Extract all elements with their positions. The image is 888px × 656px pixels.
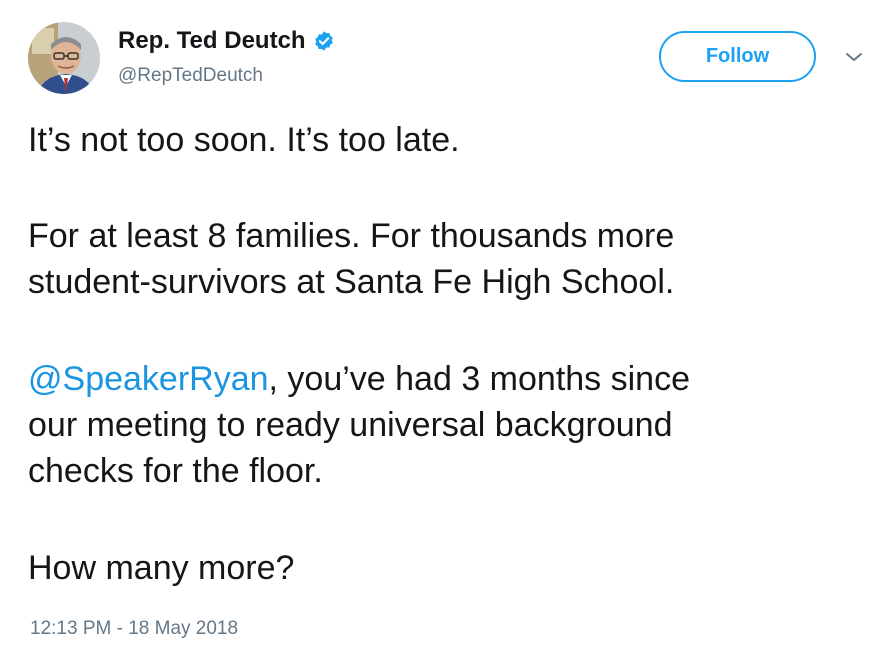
tweet-text-line: checks for the floor. xyxy=(28,452,323,490)
verified-badge-icon xyxy=(313,30,335,52)
profile-photo xyxy=(28,22,100,94)
mention-link[interactable]: @SpeakerRyan xyxy=(28,360,269,398)
follow-button[interactable]: Follow xyxy=(659,31,816,82)
chevron-down-icon[interactable] xyxy=(844,50,864,64)
tweet-timestamp[interactable]: 12:13 PM - 18 May 2018 xyxy=(30,617,238,641)
tweet-text-line: It’s not too soon. It’s too late. xyxy=(28,121,460,159)
tweet-text-line: For at least 8 families. For thousands m… xyxy=(28,217,675,255)
author-handle[interactable]: @RepTedDeutch xyxy=(118,64,263,88)
tweet-text-line: our meeting to ready universal backgroun… xyxy=(28,406,673,444)
author-name-row[interactable]: Rep. Ted Deutch xyxy=(118,27,335,55)
tweet-text-line: How many more? xyxy=(28,549,295,587)
avatar[interactable] xyxy=(28,22,100,94)
tweet-text-line: @SpeakerRyan, you’ve had 3 months since xyxy=(28,356,868,402)
tweet-card: Rep. Ted Deutch @RepTedDeutch Follow It’… xyxy=(0,0,888,656)
author-display-name[interactable]: Rep. Ted Deutch xyxy=(118,27,306,55)
tweet-text-segment: , you’ve had 3 months since xyxy=(268,360,690,398)
tweet-text-line: student-survivors at Santa Fe High Schoo… xyxy=(28,263,675,301)
